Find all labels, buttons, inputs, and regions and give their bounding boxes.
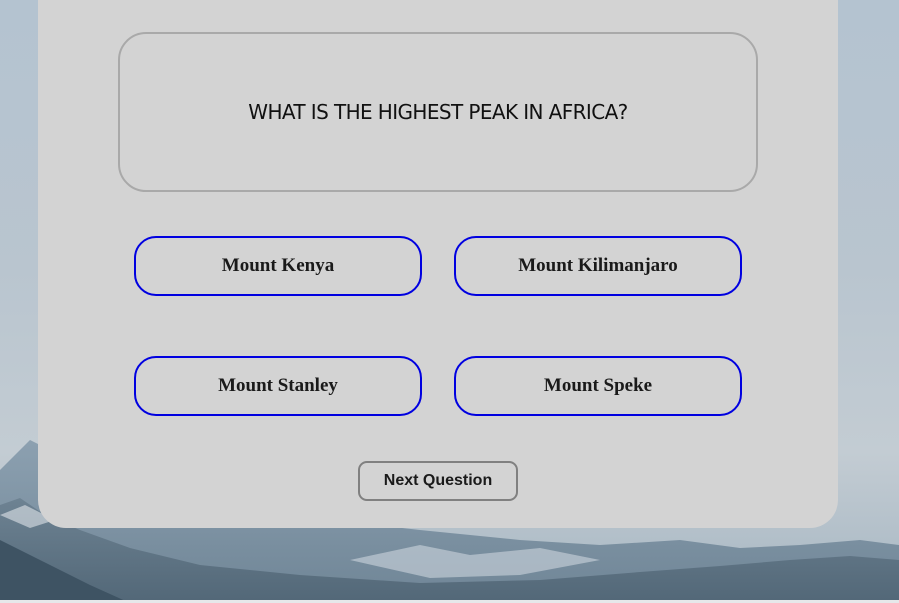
answer-button-mount-speke[interactable]: Mount Speke — [454, 356, 742, 416]
answer-button-mount-stanley[interactable]: Mount Stanley — [134, 356, 422, 416]
answer-button-mount-kenya[interactable]: Mount Kenya — [134, 236, 422, 296]
next-question-button[interactable]: Next Question — [358, 461, 518, 501]
question-text: WHAT IS THE HIGHEST PEAK IN AFRICA? — [248, 100, 628, 124]
quiz-card: WHAT IS THE HIGHEST PEAK IN AFRICA? Moun… — [38, 0, 838, 528]
question-box: WHAT IS THE HIGHEST PEAK IN AFRICA? — [118, 32, 758, 192]
answer-button-mount-kilimanjaro[interactable]: Mount Kilimanjaro — [454, 236, 742, 296]
